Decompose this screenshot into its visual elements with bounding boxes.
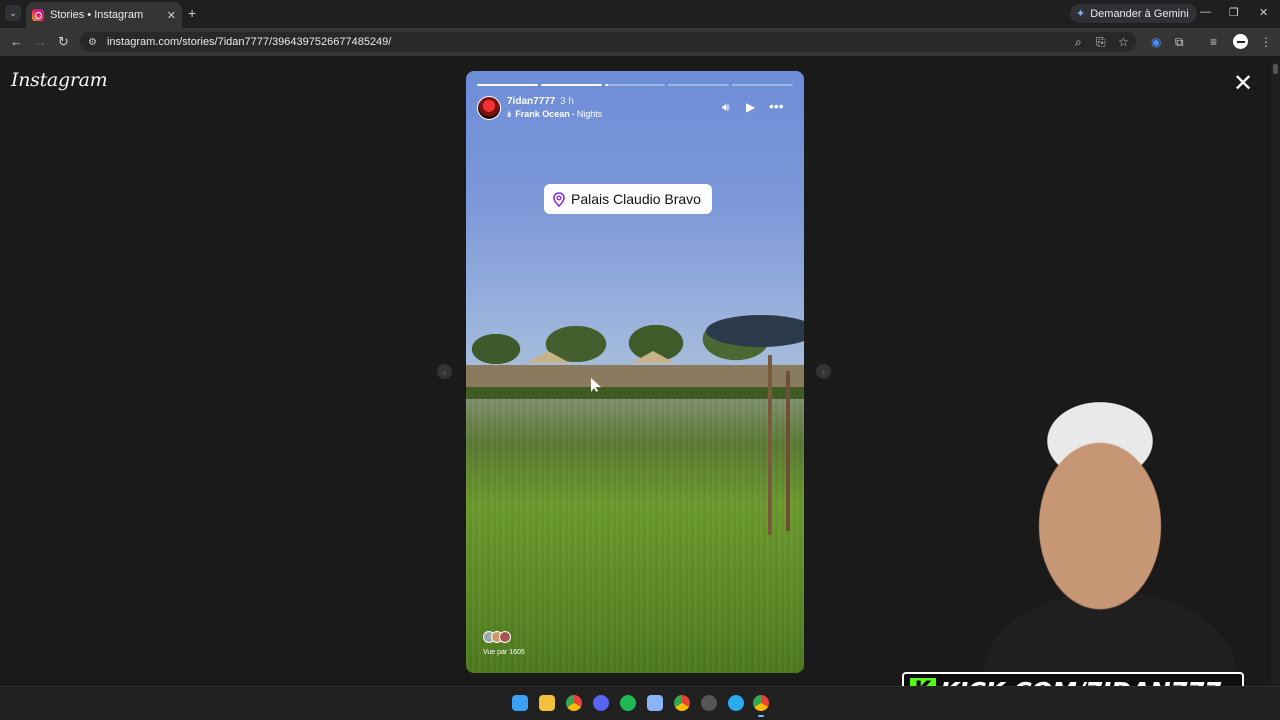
story-progress-segment (604, 84, 666, 86)
story-progress-fill (540, 84, 602, 86)
story-photo-chair (786, 371, 790, 531)
extensions-puzzle-icon[interactable]: ⧉ (1175, 35, 1184, 50)
story-progress-segment (477, 84, 538, 86)
location-name: Palais Claudio Bravo (571, 191, 701, 207)
viewer-avatars[interactable] (483, 631, 511, 643)
instagram-logo[interactable]: Instagram (11, 69, 108, 91)
gemini-label: Demander à Gemini (1090, 7, 1189, 20)
story-progress-segment (668, 84, 730, 86)
story-progress-segment (540, 84, 602, 86)
music-artist: Frank Ocean (515, 109, 570, 119)
tab-strip: ⌄ Stories • Instagram ✕ + ✦ Demander à G… (0, 0, 1280, 28)
tab-search-icon[interactable]: ⌄ (5, 5, 21, 21)
tab-instagram-stories[interactable]: Stories • Instagram ✕ (26, 2, 182, 28)
windows-taskbar (0, 686, 1280, 720)
location-sticker[interactable]: Palais Claudio Bravo (544, 184, 712, 214)
windows-start-icon[interactable] (512, 695, 528, 711)
back-arrow-icon[interactable]: ← (10, 34, 23, 49)
new-tab-button[interactable]: + (188, 5, 196, 21)
story-photo-table (706, 315, 804, 347)
more-options-icon[interactable]: ••• (769, 98, 784, 114)
gemini-sparkle-icon: ✦ (1076, 8, 1086, 20)
spotify-icon[interactable] (620, 695, 636, 711)
bookmark-star-icon[interactable]: ☆ (1118, 35, 1129, 49)
minimize-icon[interactable]: — (1200, 6, 1211, 18)
viewers-count-label[interactable]: Vue par 1605 (483, 649, 525, 656)
tab-close-icon[interactable]: ✕ (167, 9, 176, 22)
tab-title: Stories • Instagram (50, 9, 144, 21)
webcam-overlay (870, 376, 1280, 686)
notepad-icon[interactable] (647, 695, 663, 711)
story-timestamp: 3 h (560, 96, 574, 107)
instagram-favicon-icon (32, 9, 44, 21)
more-menu-icon[interactable]: ⋮ (1260, 35, 1272, 49)
story-progress-fill (604, 84, 608, 86)
story-username[interactable]: 7idan7777 (507, 96, 555, 107)
zoom-icon[interactable]: ⌕ (1075, 35, 1082, 50)
audio-bars-icon: ılı (507, 109, 511, 119)
volume-icon[interactable]: 🔊︎ (722, 100, 730, 115)
next-story-icon[interactable]: › (816, 364, 831, 379)
media-controls-icon[interactable]: ≡ (1210, 35, 1217, 49)
story-user-avatar[interactable] (477, 96, 501, 120)
address-bar[interactable]: ⚙ instagram.com/stories/7idan7777/396439… (80, 32, 1136, 52)
play-icon[interactable]: ▶ (746, 100, 755, 114)
file-explorer-icon[interactable] (539, 695, 555, 711)
music-separator: - (571, 109, 575, 119)
story-photo-chair (768, 355, 772, 535)
forward-arrow-icon[interactable]: → (34, 34, 47, 49)
story-progress-fill (477, 84, 538, 86)
story-photo-lawn (466, 397, 804, 673)
chrome-active-icon[interactable] (753, 695, 769, 717)
install-app-icon[interactable]: ⎘ (1096, 35, 1106, 50)
reload-icon[interactable]: ↻ (58, 34, 69, 50)
chrome-profile-icon[interactable] (674, 695, 690, 711)
close-stories-icon[interactable]: ✕ (1233, 72, 1253, 96)
obs-icon[interactable] (701, 695, 717, 711)
viewer-avatar (499, 631, 511, 643)
location-pin-icon (553, 191, 565, 207)
story-progress-bar (477, 84, 793, 86)
story-music-label[interactable]: ılı Frank Ocean - Nights (507, 109, 602, 119)
story-viewer[interactable]: 7idan7777 3 h ılı Frank Ocean - Nights 🔊… (466, 71, 804, 673)
restore-icon[interactable]: ❐ (1229, 6, 1239, 19)
profile-avatar-icon[interactable] (1233, 34, 1248, 49)
discord-icon[interactable] (593, 695, 609, 711)
extension-shield-icon[interactable]: ◉ (1151, 35, 1161, 49)
story-progress-segment (732, 84, 793, 86)
previous-story-icon[interactable]: ‹ (437, 364, 452, 379)
close-window-icon[interactable]: ✕ (1259, 6, 1268, 19)
ask-gemini-button[interactable]: ✦ Demander à Gemini (1070, 4, 1197, 23)
site-info-icon[interactable]: ⚙ (88, 37, 97, 48)
chrome-icon[interactable] (566, 695, 582, 711)
url-text[interactable]: instagram.com/stories/7idan7777/39643975… (107, 36, 391, 48)
music-track: Nights (576, 109, 603, 119)
telegram-icon[interactable] (728, 695, 744, 711)
